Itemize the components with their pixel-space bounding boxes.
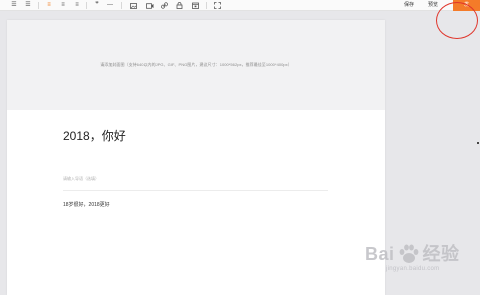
fullscreen-icon[interactable] (213, 2, 222, 9)
lock-icon[interactable] (175, 2, 184, 9)
preview-button[interactable]: 预览 (426, 1, 440, 10)
align-right-icon[interactable]: ≡ (73, 2, 81, 9)
bulleted-list-icon[interactable]: ☰ (10, 2, 18, 9)
article-editor: 请添加封面图（支持640以内的JPG、GIF、PNG图片，建议尺寸：1000*5… (7, 20, 385, 295)
numbered-list-icon[interactable]: ☰ (24, 2, 32, 9)
watermark-url: jingyan.baidu.com (386, 266, 440, 272)
cursor-dot (477, 142, 479, 144)
save-button[interactable]: 保存 (402, 1, 416, 10)
calendar-icon[interactable] (191, 2, 200, 9)
summary-input[interactable]: 请输入导语（选填） (63, 176, 99, 182)
align-left-icon[interactable]: ≡ (45, 2, 53, 9)
article-title[interactable]: 2018，你好 (63, 127, 126, 144)
video-icon[interactable] (145, 2, 154, 9)
link-icon[interactable] (160, 2, 169, 9)
watermark-text-after: 经验 (422, 244, 460, 264)
toolbar-separator (206, 2, 207, 9)
editor-toolbar: ☰ ☰ ≡ ≡ ≡ ❞ — 保存 预览 发 (0, 0, 480, 11)
article-body[interactable]: 18岁很好，2018更好 (63, 201, 110, 208)
cover-hint-text: 请添加封面图（支持640以内的JPG、GIF、PNG图片，建议尺寸：1000*5… (100, 62, 292, 67)
quote-icon[interactable]: ❞ (93, 2, 101, 9)
toolbar-separator (86, 2, 87, 9)
toolbar-separator (38, 2, 39, 9)
cover-image-upload[interactable]: 请添加封面图（支持640以内的JPG、GIF、PNG图片，建议尺寸：1000*5… (7, 20, 385, 110)
image-icon[interactable] (129, 2, 138, 9)
align-center-icon[interactable]: ≡ (59, 2, 67, 9)
paw-logo-icon (399, 244, 418, 263)
divider (63, 190, 328, 191)
publish-button[interactable]: 发 (453, 0, 480, 11)
horizontal-rule-icon[interactable]: — (106, 2, 114, 9)
toolbar-separator (121, 2, 122, 9)
